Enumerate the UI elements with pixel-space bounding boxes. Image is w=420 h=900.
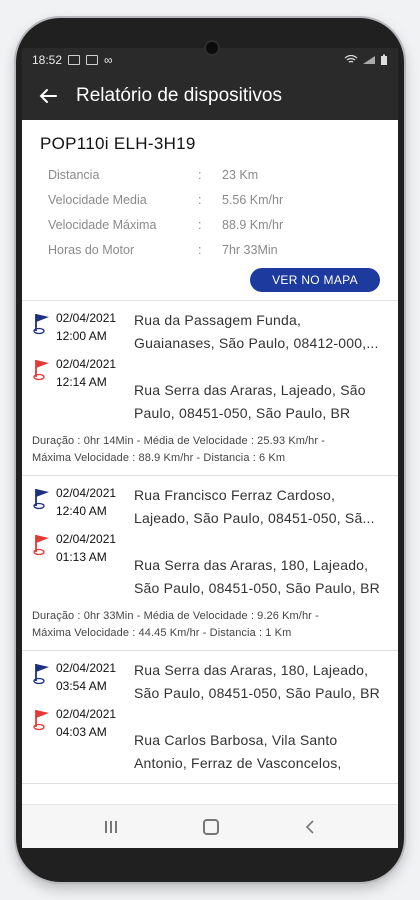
battery-icon bbox=[381, 54, 387, 65]
trip-summary-line1: Duração : 0hr 14Min - Média de Velocidad… bbox=[32, 435, 326, 447]
stat-row-distance: Distancia : 23 Km bbox=[40, 162, 382, 187]
image-notification-icon bbox=[68, 55, 81, 65]
page-title: Relatório de dispositivos bbox=[76, 85, 282, 106]
trip-start: 02/04/2021 12:00 AM Rua da Passagem Funda… bbox=[32, 309, 388, 355]
voicemail-icon: ∞ bbox=[104, 53, 113, 67]
stat-value: 7hr 33Min bbox=[222, 242, 278, 257]
trip-end: 02/04/2021 04:03 AM Rua Carlos Barbosa, V… bbox=[32, 705, 388, 775]
stat-row-max-speed: Velocidade Máxima : 88.9 Km/hr bbox=[40, 212, 382, 237]
flag-red-icon bbox=[33, 710, 49, 731]
trip-summary-line2: Máxima Velocidade : 44.45 Km/hr - Distan… bbox=[32, 627, 292, 639]
stat-row-avg-speed: Velocidade Media : 5.56 Km/hr bbox=[40, 187, 382, 212]
start-date: 02/04/2021 bbox=[56, 661, 117, 675]
end-address-line1: Rua Serra das Araras, 180, Lajeado, bbox=[134, 557, 369, 573]
trip-start: 02/04/2021 03:54 AM Rua Serra das Araras,… bbox=[32, 659, 388, 705]
recents-button[interactable] bbox=[105, 820, 117, 833]
start-time: 03:54 AM bbox=[56, 679, 107, 693]
stat-colon: : bbox=[198, 167, 202, 182]
back-button[interactable] bbox=[34, 82, 62, 110]
start-address-line2: São Paulo, 08451-050, São Paulo, BR bbox=[134, 685, 380, 701]
start-date: 02/04/2021 bbox=[56, 486, 117, 500]
stat-label: Horas do Motor bbox=[48, 242, 135, 257]
stat-colon: : bbox=[198, 192, 202, 207]
home-button[interactable] bbox=[203, 818, 219, 835]
trip-end: 02/04/2021 12:14 AM Rua Serra das Araras,… bbox=[32, 355, 388, 425]
trip-summary-line2: Máxima Velocidade : 88.9 Km/hr - Distanc… bbox=[32, 452, 286, 464]
flag-red-icon bbox=[33, 360, 49, 381]
view-on-map-button[interactable]: VER NO MAPA bbox=[250, 268, 380, 292]
stat-label: Velocidade Máxima bbox=[48, 217, 157, 232]
wifi-icon bbox=[344, 55, 358, 63]
trip-item[interactable]: 02/04/2021 12:00 AM Rua da Passagem Funda… bbox=[22, 301, 398, 476]
end-date: 02/04/2021 bbox=[56, 532, 117, 546]
trip-summary: Duração : 0hr 14Min - Média de Velocidad… bbox=[32, 433, 388, 467]
flag-red-icon bbox=[33, 535, 49, 556]
stat-label: Distancia bbox=[48, 167, 100, 182]
stat-value: 5.56 Km/hr bbox=[222, 192, 284, 207]
flag-blue-icon bbox=[33, 664, 49, 685]
flag-blue-icon bbox=[33, 314, 49, 335]
start-time: 12:40 AM bbox=[56, 504, 107, 518]
system-nav-bar bbox=[22, 804, 398, 848]
app-bar: Relatório de dispositivos bbox=[22, 72, 398, 120]
end-address-line2: Paulo, 08451-050, São Paulo, BR bbox=[134, 405, 351, 421]
device-summary: POP110i ELH-3H19 Distancia : 23 Km Veloc… bbox=[22, 120, 398, 301]
end-address-line2: São Paulo, 08451-050, São Paulo, BR bbox=[134, 580, 380, 596]
stat-colon: : bbox=[198, 217, 202, 232]
trip-end: 02/04/2021 01:13 AM Rua Serra das Araras,… bbox=[32, 530, 388, 600]
end-date: 02/04/2021 bbox=[56, 707, 117, 721]
trip-item[interactable]: 02/04/2021 12:40 AM Rua Francisco Ferraz … bbox=[22, 476, 398, 651]
signal-icon bbox=[363, 56, 375, 64]
trip-summary-line1: Duração : 0hr 33Min - Média de Velocidad… bbox=[32, 610, 319, 622]
front-camera bbox=[204, 40, 220, 56]
back-nav-icon[interactable] bbox=[305, 819, 315, 834]
stat-value: 88.9 Km/hr bbox=[222, 217, 284, 232]
trip-summary: Duração : 0hr 33Min - Média de Velocidad… bbox=[32, 608, 388, 642]
message-notification-icon bbox=[86, 55, 99, 65]
stat-row-engine-hours: Horas do Motor : 7hr 33Min bbox=[40, 237, 382, 262]
trip-item[interactable]: 02/04/2021 03:54 AM Rua Serra das Araras,… bbox=[22, 651, 398, 784]
start-address-line2: Guaianases, São Paulo, 08412-000,... bbox=[134, 335, 379, 351]
start-address-line1: Rua da Passagem Funda, bbox=[134, 312, 302, 328]
end-address-line2: Antonio, Ferraz de Vasconcelos, bbox=[134, 755, 342, 771]
end-time: 12:14 AM bbox=[56, 375, 107, 389]
start-date: 02/04/2021 bbox=[56, 311, 117, 325]
flag-blue-icon bbox=[33, 489, 49, 510]
start-address-line1: Rua Serra das Araras, 180, Lajeado, bbox=[134, 662, 369, 678]
screen: 18:52 ∞ Relatório de dispositivos POP110… bbox=[22, 48, 398, 848]
end-time: 04:03 AM bbox=[56, 725, 107, 739]
start-address-line1: Rua Francisco Ferraz Cardoso, bbox=[134, 487, 336, 503]
start-time: 12:00 AM bbox=[56, 329, 107, 343]
stat-value: 23 Km bbox=[222, 167, 259, 182]
end-address-line1: Rua Carlos Barbosa, Vila Santo bbox=[134, 732, 338, 748]
arrow-left-icon bbox=[39, 89, 57, 103]
end-date: 02/04/2021 bbox=[56, 357, 117, 371]
stat-colon: : bbox=[198, 242, 202, 257]
end-address-line1: Rua Serra das Araras, Lajeado, São bbox=[134, 382, 366, 398]
stat-label: Velocidade Media bbox=[48, 192, 147, 207]
end-time: 01:13 AM bbox=[56, 550, 107, 564]
start-address-line2: Lajeado, São Paulo, 08451-050, Sã... bbox=[134, 510, 375, 526]
status-time: 18:52 bbox=[32, 53, 63, 67]
trip-start: 02/04/2021 12:40 AM Rua Francisco Ferraz … bbox=[32, 484, 388, 530]
device-name: POP110i ELH-3H19 bbox=[40, 134, 196, 153]
